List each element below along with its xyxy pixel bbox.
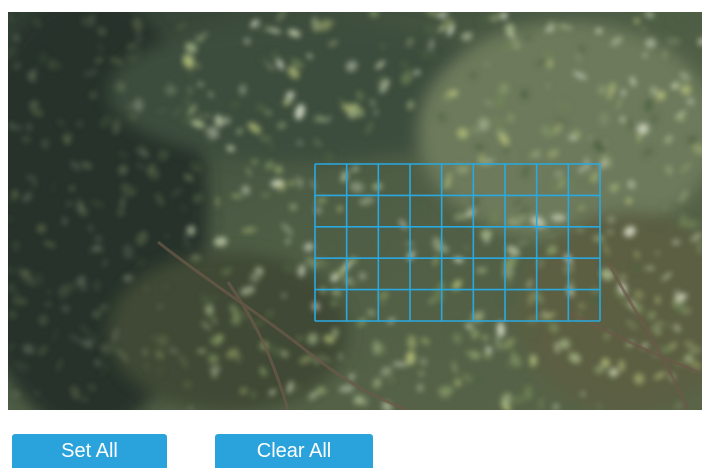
clear-all-button[interactable]: Clear All bbox=[215, 434, 373, 468]
motion-area-editor: Set All Clear All bbox=[0, 0, 703, 468]
set-all-button[interactable]: Set All bbox=[12, 434, 167, 468]
camera-preview[interactable] bbox=[8, 12, 702, 410]
grid-lines bbox=[314, 163, 601, 322]
motion-detection-grid[interactable] bbox=[314, 163, 601, 322]
